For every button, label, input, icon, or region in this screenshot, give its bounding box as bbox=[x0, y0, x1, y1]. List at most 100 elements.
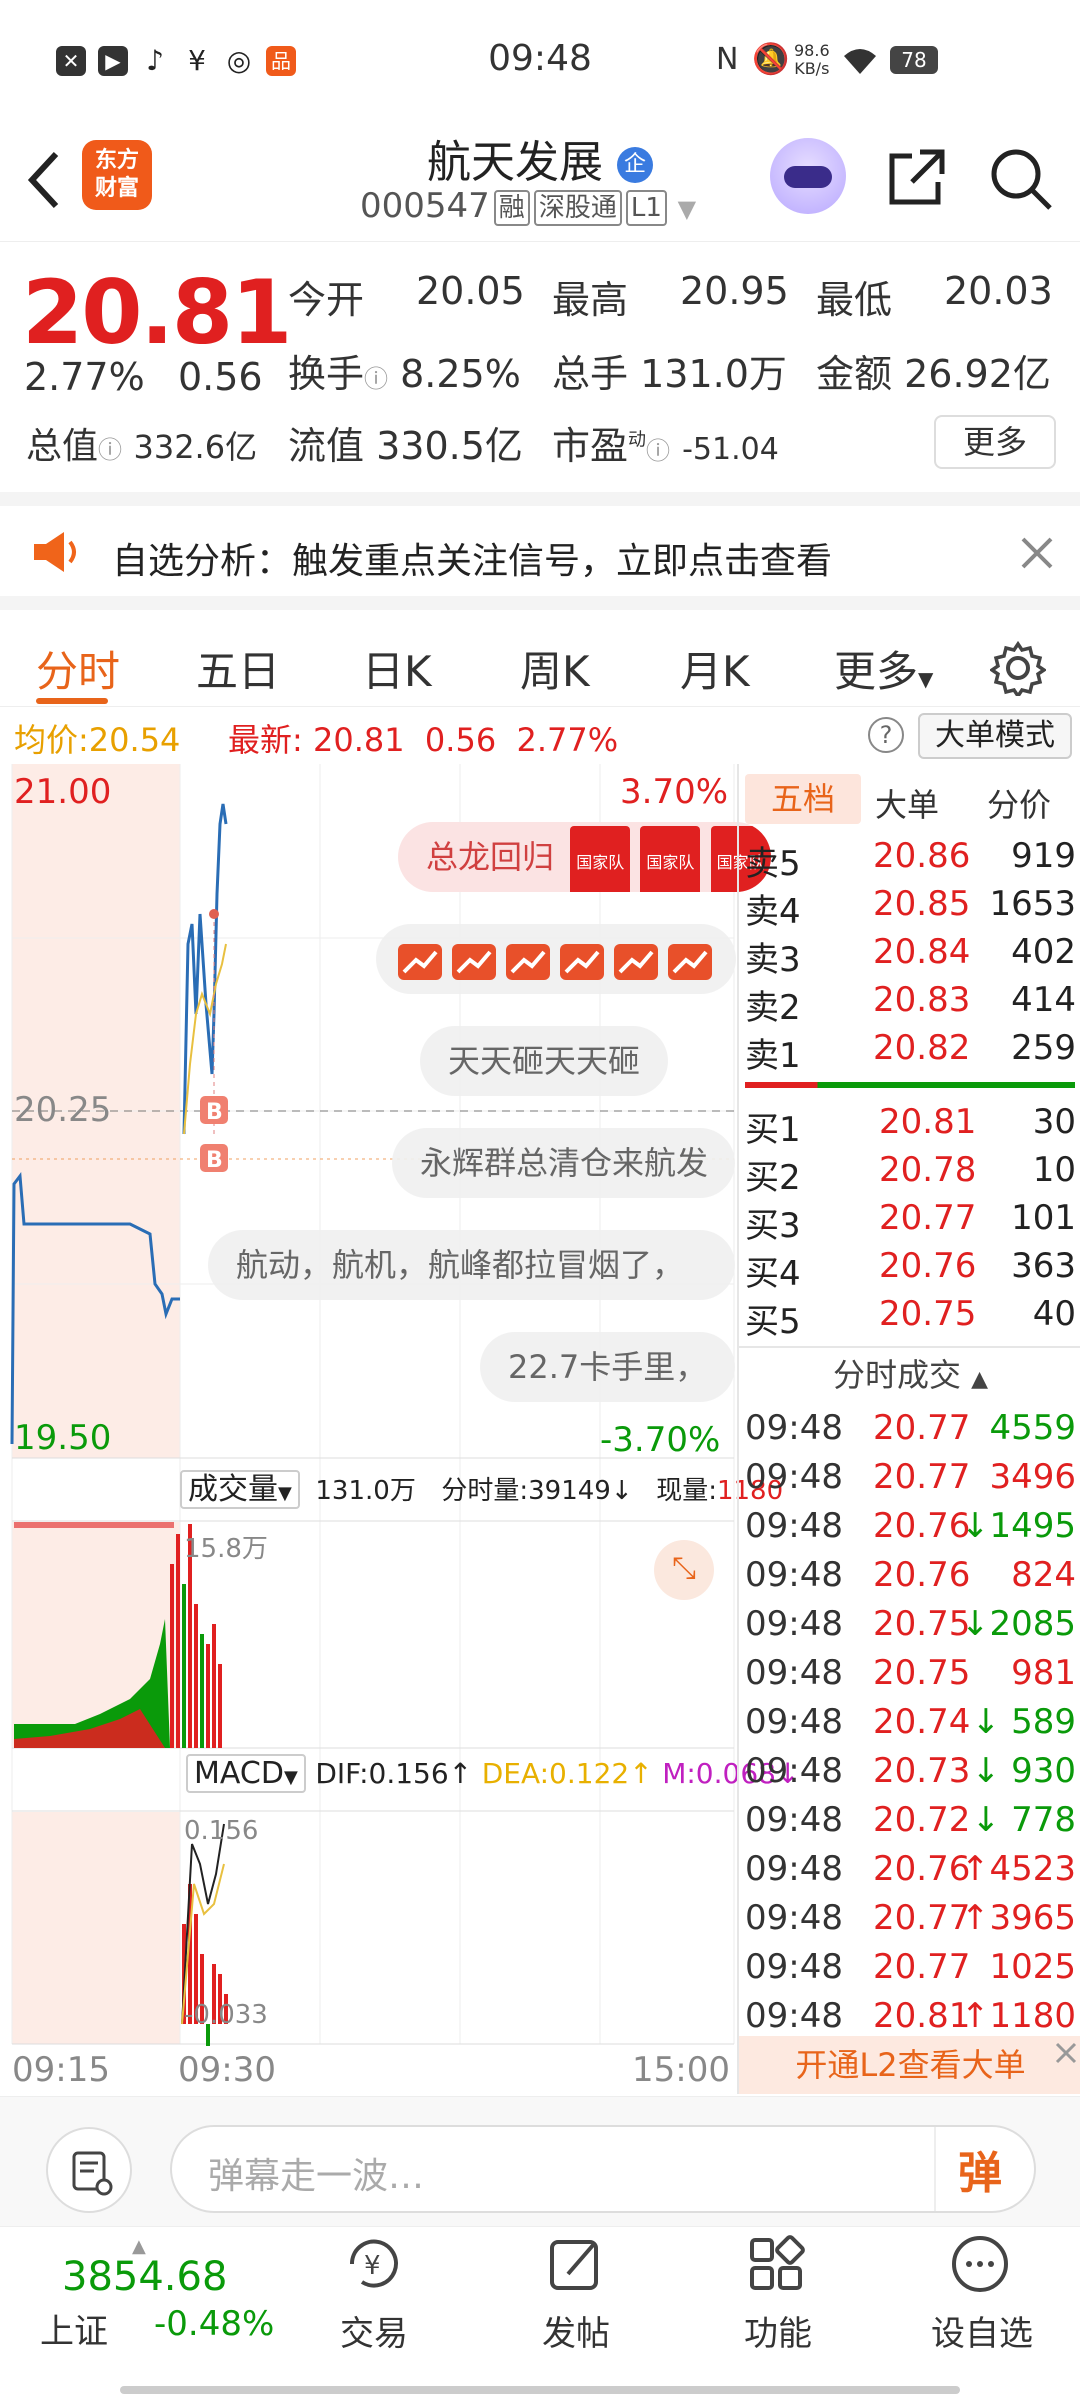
index-value[interactable]: 3854.68 bbox=[62, 2254, 227, 2300]
amount-value: 26.92亿 bbox=[904, 352, 1051, 396]
tick-time: 09:48 bbox=[745, 1849, 843, 1889]
dropdown-icon[interactable]: ▼ bbox=[678, 195, 696, 223]
trade-marker-dot bbox=[209, 909, 219, 919]
tick-qty: 4559 bbox=[989, 1408, 1076, 1448]
danmaku-item[interactable]: 总龙回归 国家队 国家队 国家队 bbox=[398, 822, 771, 892]
expand-icon[interactable]: ⤡ bbox=[654, 1540, 714, 1600]
functions-icon[interactable] bbox=[746, 2234, 810, 2294]
mktcap-value: 332.6亿 bbox=[133, 428, 258, 466]
tab-price-dist[interactable]: 分价 bbox=[987, 780, 1051, 826]
tab-daily-k[interactable]: 日K bbox=[362, 638, 432, 699]
tick-price: 20.74 bbox=[873, 1702, 971, 1742]
ask-row[interactable]: 卖1 20.82 259 bbox=[739, 1026, 1080, 1076]
flag-badge: 国家队 bbox=[570, 826, 631, 892]
time-axis-start: 09:15 bbox=[12, 2050, 110, 2090]
search-icon[interactable] bbox=[988, 146, 1054, 212]
index-name[interactable]: 上证 bbox=[40, 2304, 108, 2353]
sort-up-icon: ▲ bbox=[971, 1367, 989, 1392]
danmaku-item[interactable] bbox=[376, 924, 736, 994]
danmaku-input[interactable]: 弹幕走一波… 弹 bbox=[170, 2125, 1036, 2213]
intraday-chart[interactable]: B B 21.00 20.25 19.50 3.70% -3.70% 总龙回归 … bbox=[0, 764, 799, 2094]
danmaku-item[interactable]: 22.7卡手里， bbox=[480, 1332, 735, 1402]
tab-five-level[interactable]: 五档 bbox=[745, 774, 861, 824]
send-danmaku-button[interactable]: 弹 bbox=[958, 2137, 1002, 2201]
nav-add-watchlist[interactable]: 设自选 bbox=[902, 2306, 1062, 2355]
ask-price: 20.83 bbox=[873, 980, 971, 1020]
nav-post[interactable]: 发帖 bbox=[496, 2306, 656, 2355]
ticks-title[interactable]: 分时成交 ▲ bbox=[739, 1350, 1080, 1396]
tab-monthly-k[interactable]: 月K bbox=[680, 638, 750, 699]
l2-banner[interactable]: 开通L2查看大单 bbox=[739, 2036, 1080, 2094]
big-order-mode-button[interactable]: 大单模式 bbox=[918, 713, 1072, 759]
stock-code-line[interactable]: 000547 融深股通 L1 ▼ bbox=[360, 186, 696, 226]
danmaku-settings-icon[interactable] bbox=[46, 2127, 132, 2213]
close-icon[interactable] bbox=[1020, 536, 1054, 570]
danmaku-item[interactable]: 天天砸天天砸 bbox=[420, 1026, 669, 1096]
post-icon[interactable] bbox=[544, 2234, 608, 2294]
tick-row: 09:48 20.76 ↑4523 bbox=[739, 1847, 1080, 1895]
dropdown-icon: ▼ bbox=[278, 1483, 292, 1504]
tick-qty: ↓ 930 bbox=[971, 1751, 1076, 1791]
more-quote-button[interactable]: 更多 bbox=[934, 415, 1056, 469]
bid-row[interactable]: 买3 20.77 101 bbox=[739, 1196, 1080, 1246]
bid-row[interactable]: 买4 20.76 363 bbox=[739, 1244, 1080, 1294]
tab-more[interactable]: 更多▼ bbox=[834, 638, 933, 699]
info-icon[interactable]: ⓘ bbox=[98, 436, 122, 464]
ask-label: 卖3 bbox=[745, 940, 801, 980]
danmaku-item[interactable]: 永辉群总清仓来航发 bbox=[392, 1128, 735, 1198]
info-icon[interactable]: ⓘ bbox=[646, 437, 670, 465]
ask-row[interactable]: 卖5 20.86 919 bbox=[739, 834, 1080, 884]
bid-row[interactable]: 买1 20.81 30 bbox=[739, 1100, 1080, 1150]
tick-price: 20.76 bbox=[873, 1555, 971, 1595]
high-label: 最高 bbox=[552, 278, 629, 322]
bid-label: 买5 bbox=[745, 1302, 801, 1342]
add-watchlist-icon[interactable] bbox=[950, 2234, 1014, 2294]
nav-trade[interactable]: 交易 bbox=[294, 2306, 454, 2355]
price-axis-bottom: 19.50 bbox=[14, 1418, 112, 1458]
float-value: 330.5亿 bbox=[376, 424, 523, 468]
notice-bar[interactable]: 自选分析：触发重点关注信号，立即点击查看 bbox=[0, 492, 1080, 596]
bid-qty: 10 bbox=[1032, 1150, 1076, 1190]
ask-row[interactable]: 卖3 20.84 402 bbox=[739, 930, 1080, 980]
tag-connect: 深股通 bbox=[533, 189, 622, 226]
change-amount: 0.56 bbox=[178, 355, 263, 399]
tab-weekly-k[interactable]: 周K bbox=[520, 638, 590, 699]
nfc-icon: N bbox=[716, 42, 739, 77]
bid-price: 20.76 bbox=[879, 1246, 977, 1286]
battery-icon: 78 bbox=[890, 46, 938, 74]
share-icon[interactable] bbox=[886, 146, 948, 208]
bid-row[interactable]: 买5 20.75 40 bbox=[739, 1292, 1080, 1342]
divider bbox=[934, 2127, 936, 2211]
ask-row[interactable]: 卖2 20.83 414 bbox=[739, 978, 1080, 1028]
ask-qty: 919 bbox=[1011, 836, 1076, 876]
intraday-info-bar: 均价:20.54 最新: 20.81 0.56 2.77% ? 大单模式 bbox=[0, 706, 1080, 764]
bid-qty: 363 bbox=[1011, 1246, 1076, 1286]
wifi-icon bbox=[844, 49, 876, 74]
turnover-cell: 换手ⓘ 8.25% bbox=[288, 343, 521, 398]
bid-qty: 30 bbox=[1032, 1102, 1076, 1142]
ask-qty: 414 bbox=[1011, 980, 1076, 1020]
tick-row: 09:48 20.75 ↓2085 bbox=[739, 1602, 1080, 1650]
enterprise-badge: 企 bbox=[617, 147, 653, 183]
settings-gear-icon[interactable] bbox=[990, 640, 1046, 696]
nav-functions[interactable]: 功能 bbox=[698, 2306, 858, 2355]
volume-label: 总手 bbox=[552, 352, 629, 396]
bid-row[interactable]: 买2 20.78 10 bbox=[739, 1148, 1080, 1198]
volume-selector[interactable]: 成交量▼ bbox=[180, 1470, 300, 1509]
home-indicator bbox=[120, 2386, 960, 2394]
ai-assistant-icon[interactable] bbox=[770, 138, 846, 214]
pct-axis-bottom: -3.70% bbox=[600, 1420, 721, 1460]
tab-five-day[interactable]: 五日 bbox=[196, 638, 280, 699]
info-icon[interactable]: ⓘ bbox=[364, 365, 388, 393]
tab-intraday[interactable]: 分时 bbox=[36, 638, 120, 699]
turnover-value: 8.25% bbox=[400, 352, 521, 396]
tick-qty: 3496 bbox=[989, 1457, 1076, 1497]
close-icon[interactable] bbox=[1053, 2040, 1079, 2066]
ask-row[interactable]: 卖4 20.85 1653 bbox=[739, 882, 1080, 932]
macd-selector[interactable]: MACD▼ bbox=[186, 1754, 306, 1793]
trade-icon[interactable]: ¥ bbox=[342, 2234, 406, 2294]
chart-tabs: 分时 五日 日K 周K 月K 更多▼ bbox=[0, 596, 1080, 706]
help-icon[interactable]: ? bbox=[868, 717, 904, 753]
tab-big-order[interactable]: 大单 bbox=[875, 780, 939, 826]
danmaku-item[interactable]: 航动，航机，航峰都拉冒烟了， bbox=[208, 1230, 735, 1300]
